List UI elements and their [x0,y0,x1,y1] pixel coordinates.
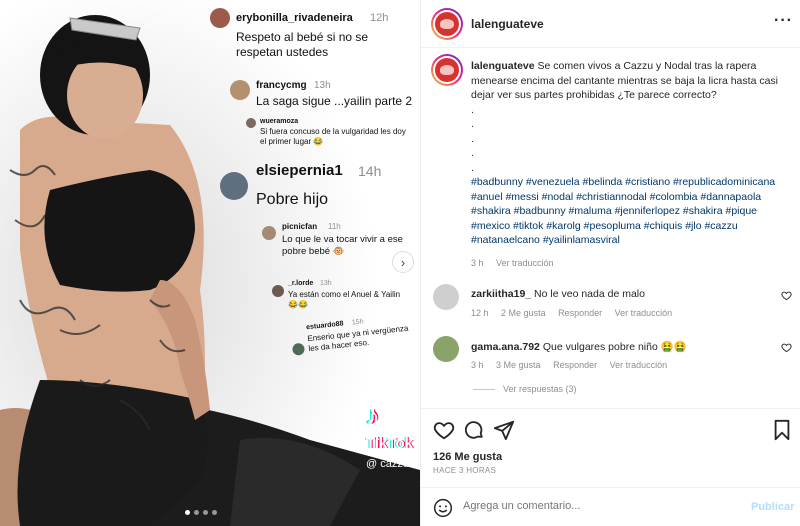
comment-time: 12 h [471,308,489,318]
caption-username[interactable]: lalenguateve [471,60,535,72]
caption-dot: . [471,132,474,145]
publish-button[interactable]: Publicar [751,501,794,513]
overlay-comment-text: Si fuera concuso de la vulgaridad les do… [260,127,406,146]
post-header: lalenguateve ··· [421,0,800,48]
post-photo [0,0,420,526]
comment-reply-button[interactable]: Responder [558,308,602,318]
overlay-comment-user: _r.lorde [288,280,314,287]
comment-text: No le veo nada de malo [534,288,645,300]
overlay-comment-user: elsiepernia1 [256,162,343,179]
overlay-comment-text: Respeto al bebé si no se respetan ustede… [236,30,369,59]
commenter-avatar [272,285,284,297]
commenter-avatar [220,172,248,200]
post-side-panel: lalenguateve ··· lalenguateve Se comen v… [420,0,800,526]
overlay-comment: picnicfan 11h Lo que le va tocar vivir a… [262,222,412,262]
caption-dot: . [471,103,474,116]
post-age: HACE 3 HORAS [433,466,497,475]
tiktok-logo-icon: ♪ [366,400,379,430]
heart-icon[interactable] [781,342,792,353]
comment-username[interactable]: gama.ana.792 [471,341,540,353]
overlay-comment-text: La saga sigue ...yailin parte 2 [256,94,413,108]
author-username[interactable]: lalenguateve [471,17,544,31]
likes-count[interactable]: 126 Me gusta [433,451,502,463]
carousel-dot [203,510,208,515]
carousel-dot [185,510,190,515]
overlay-comment-time: 11h [328,222,341,231]
overlay-comment-user: wueramoza [260,118,299,125]
carousel-dot [194,510,199,515]
comment-time: 3 h [471,360,484,370]
caption-dot: . [471,161,474,174]
overlay-comment-time: 15h [351,318,365,327]
share-icon[interactable] [493,419,515,441]
commenter-avatar[interactable] [433,336,459,362]
emoji-icon[interactable] [433,498,453,518]
author-avatar[interactable] [431,8,463,40]
overlay-comment: _r.lorde 13h Ya están como el Anuel & Ya… [272,280,412,316]
commenter-avatar[interactable] [433,284,459,310]
heart-icon[interactable] [781,290,792,301]
heart-icon[interactable] [433,419,455,441]
comment-likes[interactable]: 2 Me gusta [501,308,546,318]
carousel-dots [185,510,217,515]
view-replies-label: Ver respuestas (3) [503,384,577,394]
overlay-comment: wueramoza Si fuera concuso de la vulgari… [246,118,414,152]
post-media[interactable]: erybonilla_rivadeneira 12h Respeto al be… [0,0,420,526]
comment-item: zarkiitha19_ No le veo nada de malo 12 h… [433,284,793,324]
comment-text: Que vulgares pobre niño 🤮🤮 [542,341,687,353]
comment-username[interactable]: zarkiitha19_ [471,288,531,300]
overlay-comment-user: francycmg [256,80,307,91]
overlay-comment-text: Pobre hijo [256,191,329,208]
add-comment-bar: Publicar [421,487,800,526]
comment-input[interactable] [463,500,723,512]
comment-reply-button[interactable]: Responder [553,360,597,370]
overlay-comment-time: 14h [358,163,382,179]
commenter-avatar [246,118,256,128]
overlay-comment-user: picnicfan [282,222,318,231]
commenter-avatar [230,80,250,100]
caption-avatar[interactable] [431,54,463,86]
overlay-comment-text: Ya están como el Anuel & Yailin 😂😂 [288,290,401,309]
overlay-comment-time: 13h [320,280,332,287]
comment-icon[interactable] [463,419,485,441]
commenter-avatar [210,8,230,28]
commenter-avatar [262,226,276,240]
overlay-comment: francycmg 13h La saga sigue ...yailin pa… [230,80,415,114]
next-media-button[interactable]: › [392,251,414,273]
more-options-icon[interactable]: ··· [774,12,793,30]
comments-scroll-area[interactable]: lalenguateve Se comen vivos a Cazzu y No… [421,48,800,408]
carousel-dot [212,510,217,515]
post-caption: lalenguateve Se comen vivos a Cazzu y No… [471,59,789,270]
post-actions: 126 Me gusta HACE 3 HORAS Publicar [421,408,800,526]
overlay-comment-time: 12h [370,12,389,24]
comment-translate-link[interactable]: Ver traducción [610,360,668,370]
comment-translate-link[interactable]: Ver traducción [615,308,673,318]
overlay-comment: erybonilla_rivadeneira 12h Respeto al be… [210,8,415,64]
bookmark-icon[interactable] [771,419,793,441]
view-replies-button[interactable]: Ver respuestas (3) [473,384,577,394]
overlay-comment: elsiepernia1 14h Pobre hijo [220,160,410,212]
caption-time: 3 h [471,257,484,268]
tiktok-watermark: ♪ TikTok @ cazzu [366,400,420,470]
overlay-comment-user: erybonilla_rivadeneira [236,12,353,24]
commenter-avatar [291,342,306,356]
tiktok-brand: TikTok [366,435,413,452]
chevron-right-icon: › [400,254,406,270]
comment-likes[interactable]: 3 Me gusta [496,360,541,370]
comment-item: gama.ana.792 Que vulgares pobre niño 🤮🤮 … [433,336,793,376]
caption-hashtags[interactable]: #badbunny #venezuela #belinda #cristiano… [471,175,789,248]
replies-line [473,388,495,390]
overlay-comment-time: 13h [314,80,331,91]
tiktok-handle: @ cazzu [366,458,409,470]
caption-dot: . [471,118,474,130]
caption-dot: . [471,147,474,159]
caption-translate-link[interactable]: Ver traducción [496,258,554,268]
